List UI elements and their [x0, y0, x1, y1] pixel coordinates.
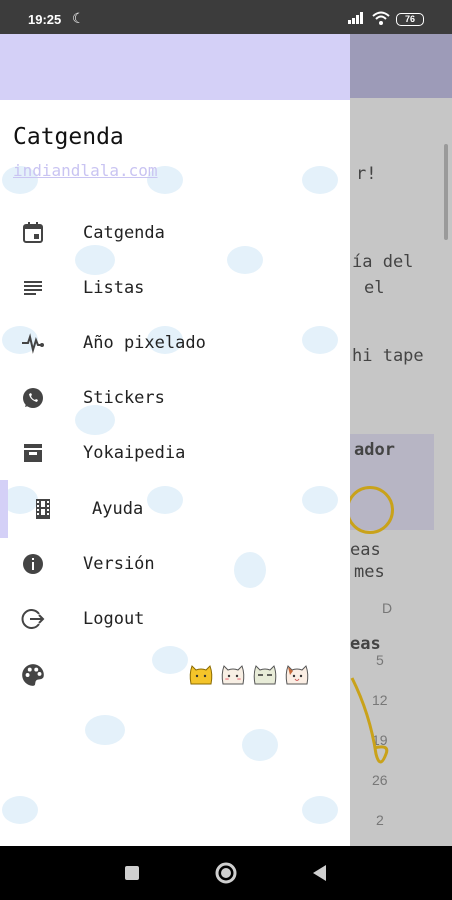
theme-selector: [0, 654, 350, 698]
drawer-app-title: Catgenda: [13, 124, 124, 150]
calico-cat-theme-icon[interactable]: [284, 662, 310, 686]
palette-icon: [22, 664, 44, 686]
menu-item-label: Ayuda: [92, 499, 144, 519]
menu-item-label: Versión: [83, 554, 155, 574]
wifi-icon: [372, 11, 390, 25]
list-icon: [24, 281, 42, 295]
background-text: eas: [350, 634, 381, 654]
film-icon: [36, 499, 50, 519]
background-text: hi tape: [352, 346, 424, 366]
background-text: eas: [350, 540, 381, 560]
background-text: ía del: [352, 252, 414, 272]
background-number: 5: [376, 652, 384, 668]
signal-icon: [348, 12, 363, 24]
battery-level: 76: [404, 14, 415, 24]
background-doodle: [350, 677, 389, 764]
background-circle: [346, 486, 394, 534]
do-not-disturb-icon: ☾: [72, 10, 85, 26]
menu-item-label: Catgenda: [83, 223, 165, 243]
background-number: D: [382, 600, 393, 616]
menu-item-logout[interactable]: Logout: [0, 594, 350, 644]
navigation-drawer: Catgenda indiandlala.com Catgenda Listas…: [0, 34, 350, 846]
status-bar: 19:25 ☾ 76: [0, 0, 452, 34]
background-text: r!: [356, 164, 377, 184]
white-cat-theme-icon[interactable]: [220, 662, 246, 686]
menu-item-yokaipedia[interactable]: Yokaipedia: [0, 428, 350, 478]
background-text: el: [364, 278, 385, 298]
gray-cat-theme-icon[interactable]: [252, 662, 278, 686]
menu-item-ayuda[interactable]: Ayuda: [0, 484, 350, 534]
calendar-icon: [23, 222, 43, 243]
background-scrollbar: [444, 144, 448, 240]
website-link[interactable]: indiandlala.com: [13, 161, 158, 180]
yellow-cat-theme-icon[interactable]: [188, 662, 214, 686]
background-text: ador: [354, 440, 395, 460]
logout-icon: [21, 609, 45, 629]
menu-item-label: Listas: [83, 278, 145, 298]
info-icon: [23, 554, 43, 574]
menu-item-listas[interactable]: Listas: [0, 263, 350, 313]
background-number: 2: [376, 812, 384, 828]
back-button[interactable]: [290, 846, 350, 900]
background-text: mes: [354, 562, 385, 582]
inbox-icon: [24, 444, 42, 462]
menu-item-label: Yokaipedia: [83, 443, 186, 463]
pulse-icon: [22, 333, 44, 354]
menu-item-version[interactable]: Versión: [0, 539, 350, 589]
menu-item-catgenda[interactable]: Catgenda: [0, 208, 350, 258]
home-button[interactable]: [196, 846, 256, 900]
recents-button[interactable]: [102, 846, 162, 900]
drawer-header-bar: [0, 34, 350, 100]
menu-item-label: Año pixelado: [83, 333, 206, 353]
menu-item-label: Logout: [83, 609, 145, 629]
whatsapp-icon: [23, 388, 43, 408]
menu-item-label: Stickers: [83, 388, 165, 408]
menu-item-stickers[interactable]: Stickers: [0, 373, 350, 423]
background-number: 26: [372, 772, 388, 788]
menu-item-ano-pixelado[interactable]: Año pixelado: [0, 318, 350, 368]
system-navigation-bar: [0, 846, 452, 900]
battery-indicator: 76: [396, 13, 424, 26]
status-time: 19:25: [28, 12, 62, 27]
